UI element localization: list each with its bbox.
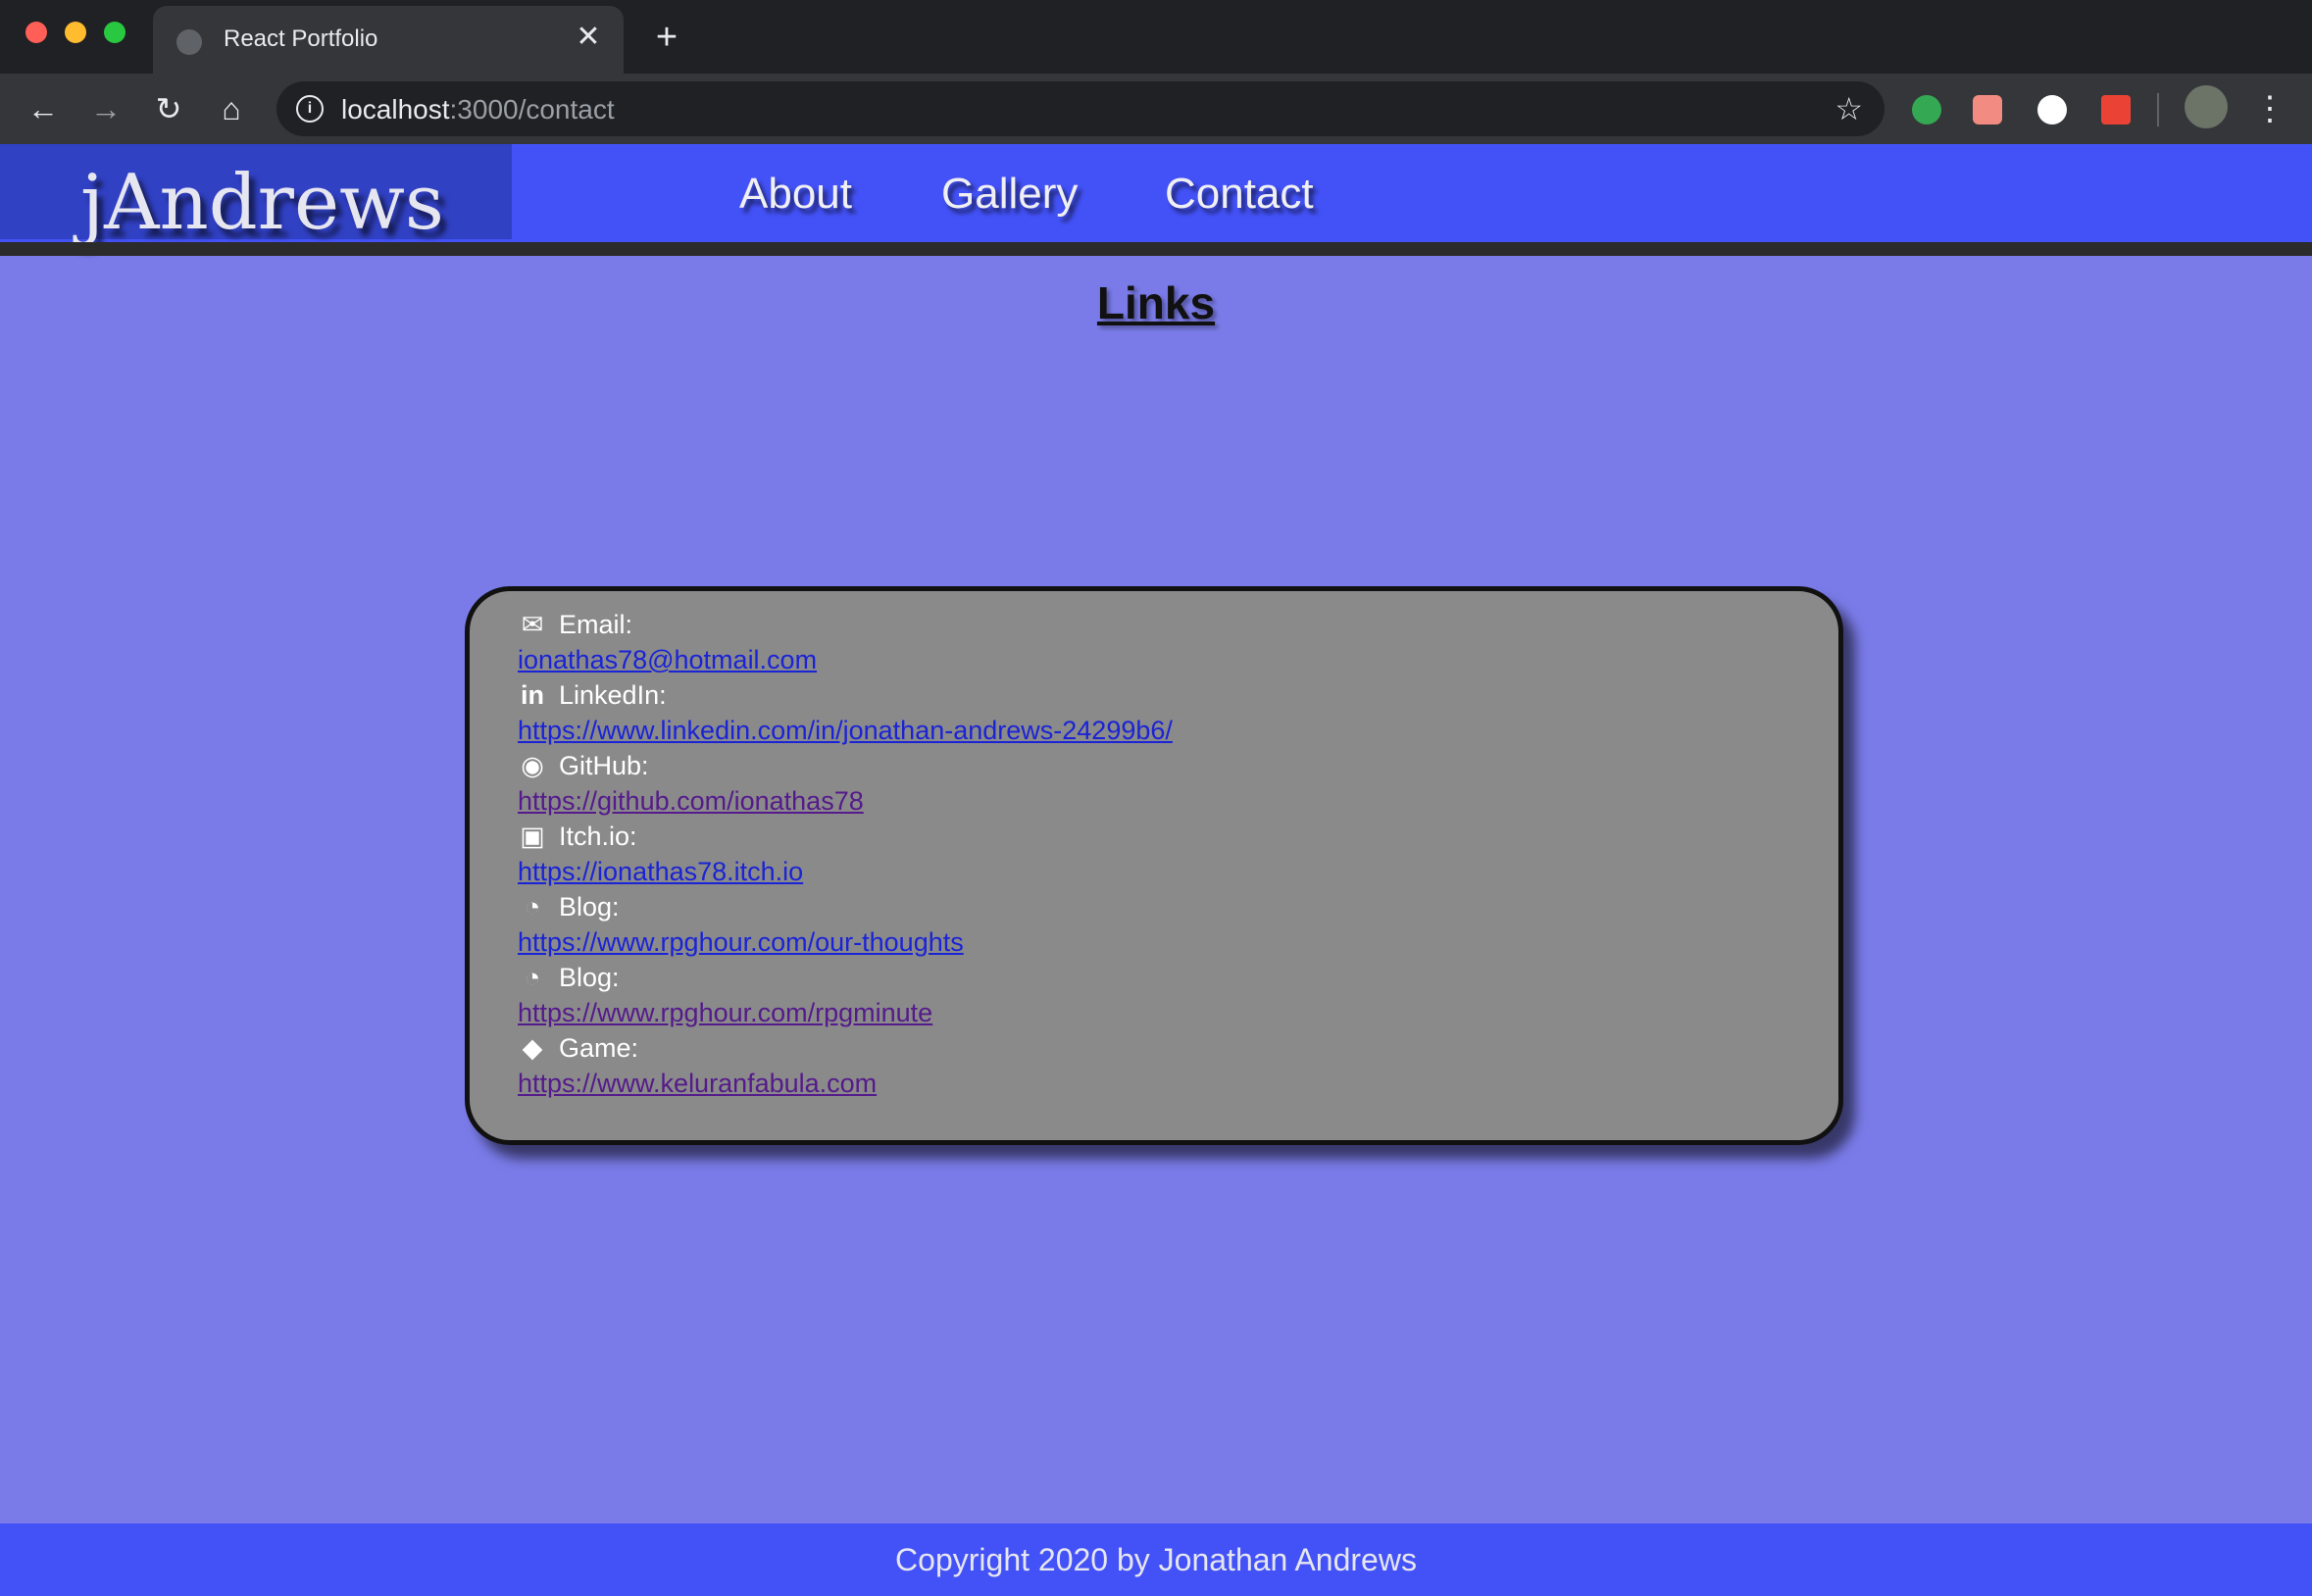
link-url-row: https://www.linkedin.com/in/jonathan-and… (518, 713, 1173, 748)
link-label: in LinkedIn: (518, 680, 667, 710)
link-label: ✉ Email: (518, 610, 632, 639)
link-url-row: https://www.rpghour.com/rpgminute (518, 995, 932, 1030)
copyright-text: Copyright 2020 by Jonathan Andrews (895, 1542, 1417, 1577)
close-tab-icon[interactable]: ✕ (571, 20, 606, 55)
link-label-row: in LinkedIn: (518, 677, 667, 713)
link-label: ◆ Game: (518, 1033, 638, 1063)
link-label-text: Game: (559, 1033, 639, 1063)
url-path: :3000/contact (449, 94, 615, 125)
link-label-row: ◆ Game: (518, 1030, 638, 1066)
browser-menu-icon[interactable]: ⋮ (2253, 87, 2287, 130)
link-label-row: ◔ Blog: (518, 889, 620, 924)
blog-link[interactable]: https://www.rpghour.com/our-thoughts (518, 927, 964, 957)
header-divider (0, 242, 2312, 256)
profile-avatar[interactable] (2185, 85, 2228, 128)
forward-button[interactable]: → (84, 87, 127, 130)
link-url-row: https://github.com/ionathas78 (518, 783, 864, 819)
link-label: ◔ Blog: (518, 892, 620, 922)
game-link[interactable]: https://www.keluranfabula.com (518, 1069, 877, 1098)
link-url-row: https://www.keluranfabula.com (518, 1066, 877, 1101)
link-label-text: Blog: (559, 963, 620, 992)
new-tab-button[interactable]: + (647, 18, 686, 57)
browser-toolbar: ← → ↻ ⌂ i localhost:3000/contact ☆ ⋮ (0, 74, 2312, 144)
extension-icon[interactable] (1973, 95, 2002, 125)
window-close-button[interactable] (25, 22, 47, 43)
link-label-row: ◔ Blog: (518, 960, 620, 995)
url-host: localhost (341, 94, 450, 125)
link-label-row: ▣ Itch.io: (518, 819, 637, 854)
extension-icon[interactable] (2037, 95, 2067, 125)
link-label-row: ✉ Email: (518, 607, 632, 642)
link-label-text: Blog: (559, 892, 620, 922)
github-link[interactable]: https://github.com/ionathas78 (518, 786, 864, 816)
link-url-row: https://www.rpghour.com/our-thoughts (518, 924, 964, 960)
link-label-text: Email: (559, 610, 633, 639)
site-info-icon[interactable]: i (296, 95, 324, 123)
tab-title: React Portfolio (224, 25, 378, 52)
extension-icon[interactable] (1912, 95, 1941, 125)
blog-icon: ◔ (524, 963, 541, 992)
site-header: jAndrews About Gallery Contact (0, 144, 2312, 247)
github-icon: ◉ (521, 751, 544, 780)
linkedin-icon: in (521, 680, 544, 710)
envelope-icon: ✉ (521, 610, 544, 639)
globe-icon (176, 29, 202, 55)
itchio-link[interactable]: https://ionathas78.itch.io (518, 857, 803, 886)
link-label: ◉ GitHub: (518, 751, 649, 780)
link-label: ▣ Itch.io: (518, 822, 637, 851)
browser-tab-bar: React Portfolio ✕ + (0, 0, 2312, 74)
window-minimize-button[interactable] (65, 22, 86, 43)
bookmark-star-icon[interactable]: ☆ (1835, 89, 1863, 128)
nav-contact-link[interactable]: Contact (1165, 170, 1314, 219)
cube-icon: ◆ (522, 1033, 543, 1063)
links-card: ✉ Email: ionathas78@hotmail.com in LinkedI… (465, 586, 1843, 1145)
links-heading: Links (1096, 277, 1216, 328)
browser-tab[interactable]: React Portfolio ✕ (153, 6, 624, 74)
link-label-text: GitHub: (559, 751, 649, 780)
reload-button[interactable]: ↻ (147, 87, 190, 130)
toolbar-divider (2157, 93, 2159, 126)
site-footer: Copyright 2020 by Jonathan Andrews (0, 1523, 2312, 1596)
home-button[interactable]: ⌂ (210, 87, 253, 130)
link-url-row: https://ionathas78.itch.io (518, 854, 803, 889)
blog-icon: ◔ (524, 892, 541, 922)
link-label-text: Itch.io: (559, 822, 637, 851)
email-link[interactable]: ionathas78@hotmail.com (518, 645, 817, 674)
link-url-row: ionathas78@hotmail.com (518, 642, 817, 677)
link-label-text: LinkedIn: (559, 680, 667, 710)
blog-link[interactable]: https://www.rpghour.com/rpgminute (518, 998, 932, 1027)
extension-icon[interactable] (2101, 95, 2131, 125)
address-bar[interactable]: i localhost:3000/contact ☆ (276, 81, 1885, 136)
itchio-icon: ▣ (520, 822, 545, 851)
back-button[interactable]: ← (22, 87, 65, 130)
logo-box: jAndrews (0, 144, 512, 247)
link-label: ◔ Blog: (518, 963, 620, 992)
window-maximize-button[interactable] (104, 22, 126, 43)
link-label-row: ◉ GitHub: (518, 748, 649, 783)
site-logo[interactable]: jAndrews (80, 158, 444, 248)
linkedin-link[interactable]: https://www.linkedin.com/in/jonathan-and… (518, 716, 1173, 745)
url-text[interactable]: localhost:3000/contact (341, 94, 615, 125)
nav-about-link[interactable]: About (739, 170, 852, 219)
nav-gallery-link[interactable]: Gallery (941, 170, 1078, 219)
